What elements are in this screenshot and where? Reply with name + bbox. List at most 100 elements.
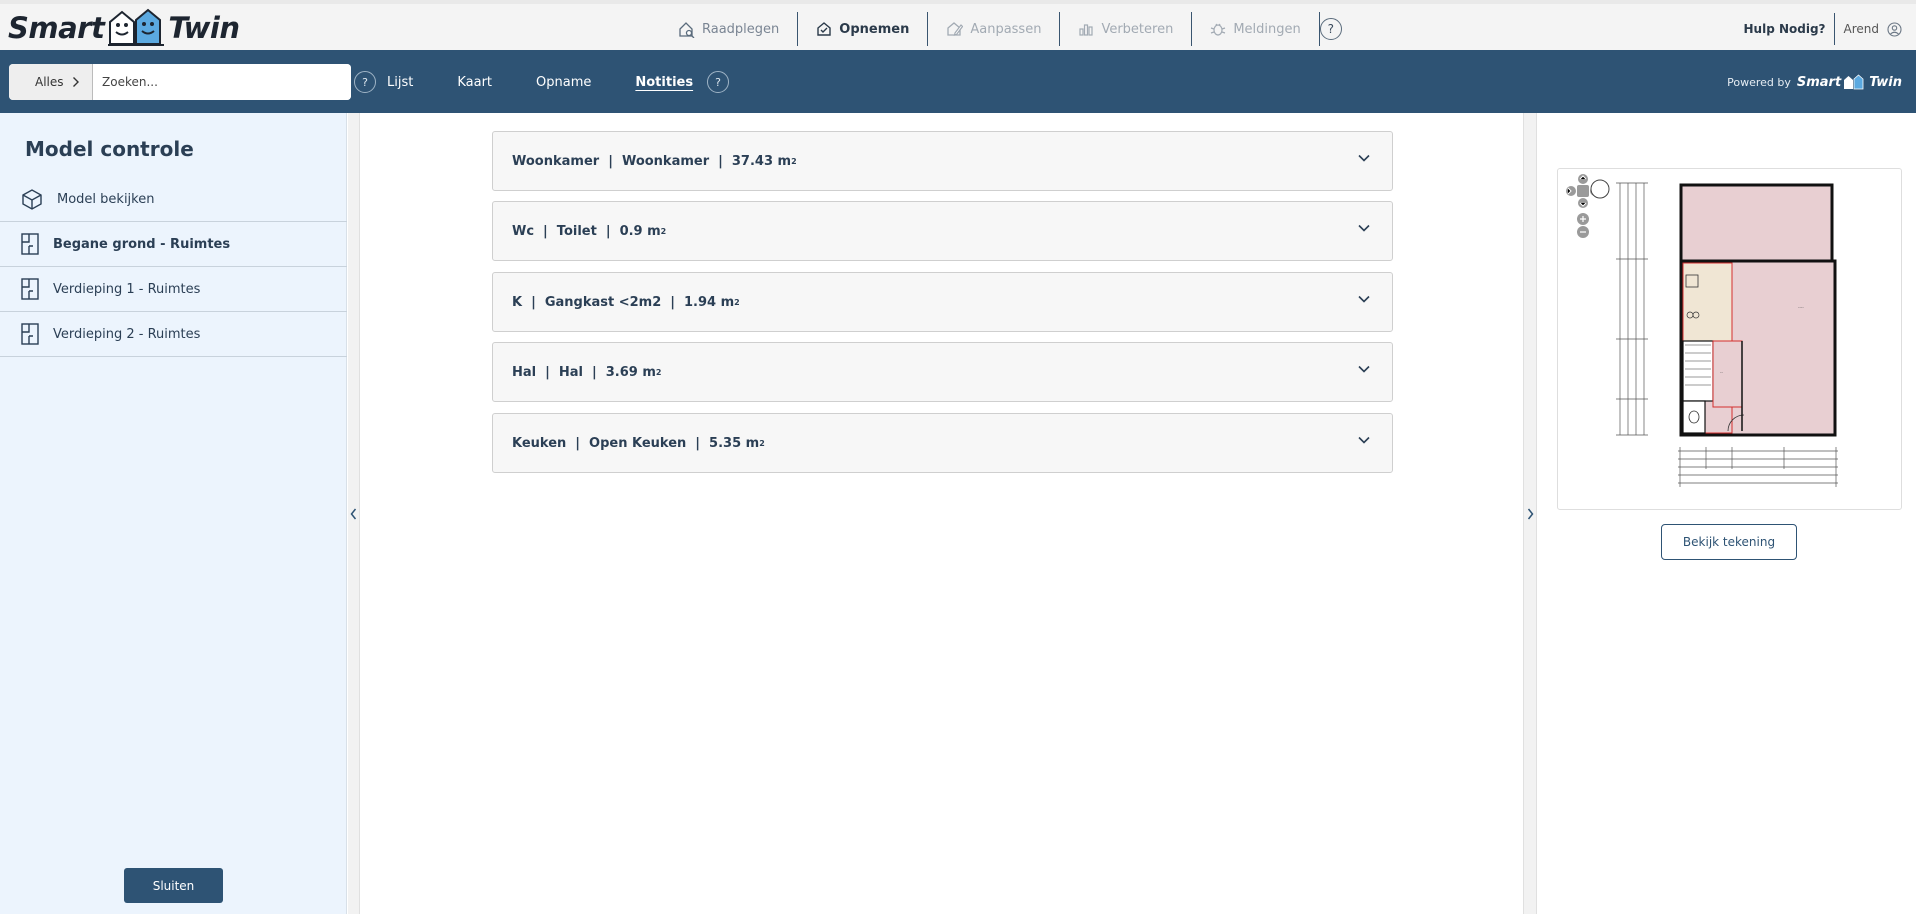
room-name: Gangkast <2m2 [544,294,662,310]
secondary-toolbar: Alles ? Lijst Kaart Opname Notities ? Po… [0,50,1916,113]
room-name: Toilet [556,223,597,239]
tab-opname[interactable]: Opname [536,75,591,90]
sidebar-item-label: Begane grond - Ruimtes [53,236,231,252]
nav-opnemen-label: Opnemen [839,21,910,37]
nav-verbeteren[interactable]: Verbeteren [1060,12,1193,46]
user-avatar-icon [1887,21,1902,37]
sidebar-item-verdieping-2[interactable]: Verdieping 2 - Ruimtes [0,312,347,357]
sidebar-item-begane-grond[interactable]: Begane grond - Ruimtes [0,222,347,267]
logo-word-twin: Twin [168,11,240,45]
nav-aanpassen[interactable]: Aanpassen [928,12,1061,46]
nav-meldingen[interactable]: Meldingen [1192,12,1320,46]
room-separator: | [545,364,550,380]
collapse-right-handle[interactable] [1523,113,1537,914]
help-link[interactable]: Hulp Nodig? [1744,13,1835,45]
room-accordion-hal[interactable]: Hal | Hal | 3.69 m2 [492,342,1393,402]
room-code: Wc [512,223,535,239]
nav-raadplegen-label: Raadplegen [702,21,780,37]
floorplan-icon [21,233,39,255]
logo-houses-icon [108,8,165,46]
zoom-out-icon[interactable] [1577,226,1589,238]
user-menu[interactable]: Arend [1835,21,1902,37]
chevron-down-icon [1358,154,1370,162]
room-area-unit-sup: 2 [791,156,797,166]
top-right-area: Hulp Nodig? Arend [1744,10,1903,48]
sidebar-item-model-bekijken[interactable]: Model bekijken [0,177,347,222]
room-area-unit-sup: 2 [655,367,662,377]
room-accordion-keuken[interactable]: Keuken | Open Keuken | 5.35 m2 [492,413,1393,473]
chevron-down-icon [1358,436,1370,444]
powered-by-smart: Smart [1796,74,1842,90]
nav-aanpassen-label: Aanpassen [970,21,1042,37]
sidebar-item-verdieping-1[interactable]: Verdieping 1 - Ruimtes [0,267,347,312]
room-code: Hal [512,364,537,380]
room-area-unit-sup: 2 [759,438,765,448]
chevron-down-icon [1358,365,1370,373]
room-area: 37.43 m [731,153,792,169]
search-box: Alles [9,64,351,100]
room-name: Woonkamer [621,153,710,169]
sidebar-item-label: Verdieping 2 - Ruimtes [53,326,201,342]
nav-raadplegen[interactable]: Raadplegen [660,12,799,46]
close-button[interactable]: Sluiten [124,868,223,903]
search-help-icon[interactable]: ? [354,71,376,93]
rooms-panel: Woonkamer | Woonkamer | 37.43 m2 Wc | To… [361,113,1523,914]
floorplan-image: ---- -- [1566,174,1838,487]
collapse-left-handle[interactable] [348,113,360,914]
zoom-in-icon[interactable] [1577,213,1589,225]
room-separator: | [591,364,597,380]
user-name: Arend [1843,22,1879,36]
room-code: K [512,294,523,310]
drawing-panel: ---- -- Bekijk tekening [1538,113,1916,914]
tab-notities[interactable]: Notities [635,75,693,90]
search-scope-label: Alles [35,75,64,89]
room-name: Hal [558,364,583,380]
chevron-left-icon [350,508,357,519]
house-edit-icon [947,22,964,36]
floorplan-drawing[interactable]: ---- -- [1557,168,1902,510]
view-drawing-button[interactable]: Bekijk tekening [1661,524,1797,560]
cube-icon [22,189,42,210]
search-scope-dropdown[interactable]: Alles [9,64,93,100]
smarttwin-logo[interactable]: Smart Twin [8,6,240,50]
chevron-right-icon [1527,508,1533,519]
sidebar-item-label: Verdieping 1 - Ruimtes [53,281,201,297]
tab-lijst[interactable]: Lijst [387,75,413,90]
powered-logo-houses-icon [1844,74,1864,90]
room-separator: | [695,435,701,451]
sidebar-title: Model controle [25,137,194,161]
room-accordion-woonkamer[interactable]: Woonkamer | Woonkamer | 37.43 m2 [492,131,1393,191]
svg-text:----: ---- [1798,305,1804,310]
nav-opnemen[interactable]: Opnemen [798,12,929,46]
nav-help-icon[interactable]: ? [1319,18,1342,40]
bar-chart-icon [1079,24,1094,36]
search-input[interactable] [93,64,351,100]
room-accordion-wc[interactable]: Wc | Toilet | 0.9 m2 [492,201,1393,261]
room-separator: | [670,294,676,310]
bug-icon [1211,23,1226,36]
room-separator: | [531,294,536,310]
room-area-unit-sup: 2 [734,297,740,307]
tab-kaart[interactable]: Kaart [457,75,492,90]
room-separator: | [543,223,548,239]
sidebar-item-label: Model bekijken [57,191,155,207]
top-header: Smart Twin Raadplegen Opnemen Aanpassen … [0,0,1916,50]
powered-by-prefix: Powered by [1727,75,1791,89]
room-code: Woonkamer [512,153,600,169]
room-accordion-gangkast[interactable]: K | Gangkast <2m2 | 1.94 m2 [492,272,1393,332]
logo-word-smart: Smart [8,11,105,45]
room-area: 1.94 m [684,294,735,310]
rotate-icon[interactable] [1590,179,1610,199]
sidebar-list: Model bekijken Begane grond - Ruimtes Ve… [0,177,347,357]
room-area-unit-sup: 2 [660,226,667,236]
room-code: Keuken [512,435,567,451]
chevron-right-icon [73,77,79,87]
chevron-down-icon [1358,224,1370,232]
house-check-icon [817,22,831,36]
tabs-help-icon[interactable]: ? [707,71,730,93]
room-separator: | [605,223,611,239]
model-control-sidebar: Model controle Model bekijken Begane gro… [0,113,347,914]
nav-verbeteren-label: Verbeteren [1101,21,1174,37]
room-separator: | [575,435,581,451]
main-navigation: Raadplegen Opnemen Aanpassen Verbeteren … [660,10,1342,48]
